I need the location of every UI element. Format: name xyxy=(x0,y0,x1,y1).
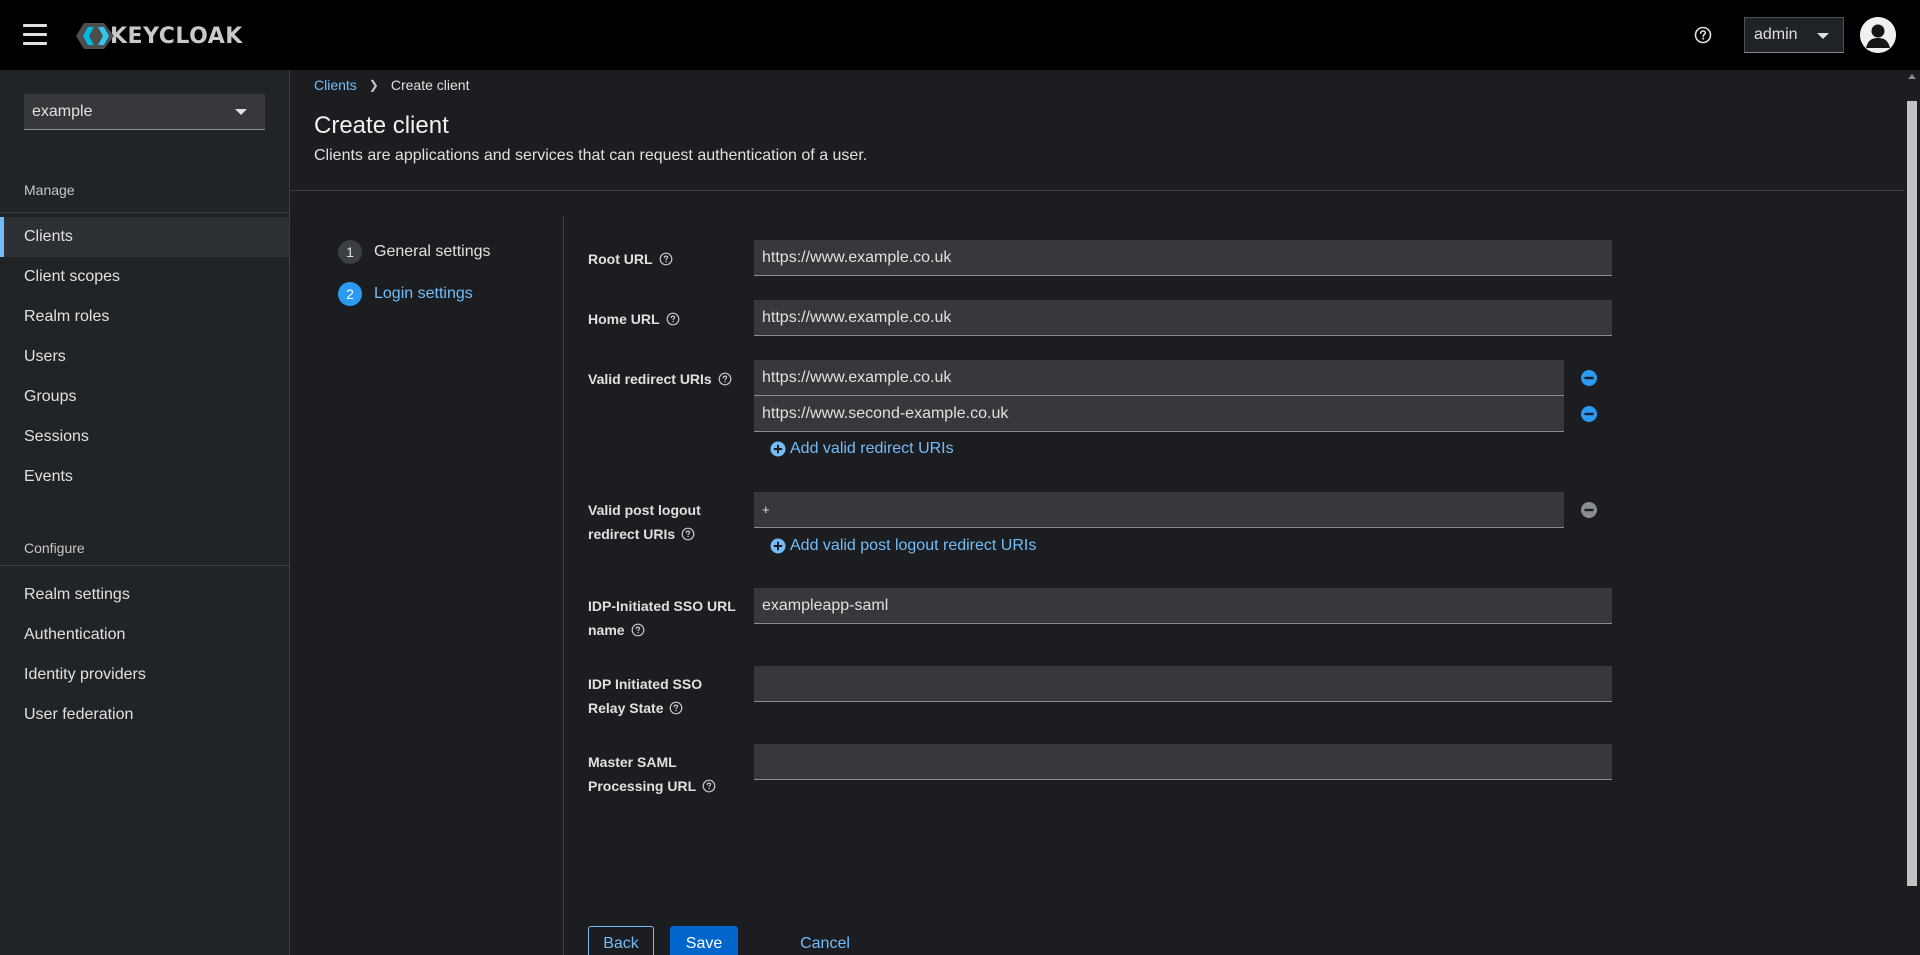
home-url-input[interactable] xyxy=(754,300,1612,336)
idp-sso-url-name-input[interactable] xyxy=(754,588,1612,624)
sidebar-item-events[interactable]: Events xyxy=(0,457,289,497)
caret-down-icon xyxy=(235,109,247,115)
nav-divider xyxy=(0,212,289,213)
help-icon[interactable] xyxy=(681,527,695,541)
idp-relay-state-label-line2: Relay State xyxy=(588,700,664,716)
page-title: Create client xyxy=(314,112,449,139)
back-button[interactable]: Back xyxy=(588,926,654,955)
help-icon[interactable] xyxy=(1692,24,1714,46)
scrollbar-thumb[interactable] xyxy=(1907,101,1917,886)
home-url-label-text: Home URL xyxy=(588,311,660,327)
remove-circle-icon[interactable] xyxy=(1580,501,1598,519)
breadcrumb-separator-icon: ❯ xyxy=(368,78,379,92)
remove-circle-icon[interactable] xyxy=(1580,369,1598,387)
breadcrumb-clients-link[interactable]: Clients xyxy=(314,77,357,93)
master-saml-url-label: Master SAML Processing URL xyxy=(588,750,718,798)
logo-text: KEYCLOAK xyxy=(110,23,243,49)
realm-selector[interactable]: example xyxy=(24,94,265,130)
nav-section-configure: Configure xyxy=(24,540,85,556)
sidebar-item-client-scopes[interactable]: Client scopes xyxy=(0,257,289,297)
valid-post-logout-label-line1: Valid post logout xyxy=(588,502,701,518)
keycloak-logo-icon xyxy=(76,23,114,49)
caret-down-icon xyxy=(1817,33,1829,39)
plus-circle-icon xyxy=(770,441,786,457)
help-icon[interactable] xyxy=(659,252,673,266)
help-icon[interactable] xyxy=(666,312,680,326)
wizard-step-general-settings[interactable]: 1 General settings xyxy=(338,240,491,264)
master-saml-url-label-line1: Master SAML xyxy=(588,754,677,770)
avatar[interactable] xyxy=(1860,17,1896,53)
cancel-button[interactable]: Cancel xyxy=(790,926,860,955)
post-logout-uri-input[interactable] xyxy=(754,492,1564,528)
plus-circle-icon xyxy=(770,538,786,554)
wizard-step-number: 2 xyxy=(338,282,362,306)
redirect-uri-input-2[interactable] xyxy=(754,396,1564,432)
add-redirect-uri-label: Add valid redirect URIs xyxy=(790,440,954,457)
sidebar-item-realm-settings[interactable]: Realm settings xyxy=(0,575,289,615)
user-name: admin xyxy=(1754,26,1798,43)
nav-divider xyxy=(0,565,289,566)
wizard-step-number: 1 xyxy=(338,240,362,264)
wizard-divider xyxy=(563,216,564,955)
hamburger-menu-icon[interactable] xyxy=(23,24,47,46)
sidebar-item-sessions[interactable]: Sessions xyxy=(0,417,289,457)
sidebar-item-realm-roles[interactable]: Realm roles xyxy=(0,297,289,337)
idp-sso-url-name-label-line1: IDP-Initiated SSO URL xyxy=(588,598,736,614)
valid-redirect-uris-label-text: Valid redirect URIs xyxy=(588,371,712,387)
wizard-step-label: Login settings xyxy=(374,285,473,302)
realm-name: example xyxy=(32,102,93,120)
sidebar-item-identity-providers[interactable]: Identity providers xyxy=(0,655,289,695)
sidebar-item-clients[interactable]: Clients xyxy=(0,217,289,257)
save-button[interactable]: Save xyxy=(670,926,738,955)
wizard-step-label: General settings xyxy=(374,243,491,260)
add-redirect-uri-button[interactable]: Add valid redirect URIs xyxy=(770,440,954,458)
user-avatar-icon xyxy=(1860,17,1896,53)
valid-post-logout-label-line2: redirect URIs xyxy=(588,526,676,542)
valid-redirect-uris-label: Valid redirect URIs xyxy=(588,367,748,391)
root-url-label: Root URL xyxy=(588,247,718,271)
main-content: Clients ❯ Create client Create client Cl… xyxy=(290,70,1904,955)
idp-relay-state-input[interactable] xyxy=(754,666,1612,702)
help-icon[interactable] xyxy=(702,779,716,793)
master-saml-url-input[interactable] xyxy=(754,744,1612,780)
main-scrollbar[interactable] xyxy=(1904,70,1920,955)
keycloak-logo[interactable]: KEYCLOAK xyxy=(76,20,243,52)
scroll-up-arrow-icon[interactable] xyxy=(1908,74,1916,79)
add-post-logout-uri-button[interactable]: Add valid post logout redirect URIs xyxy=(770,537,1036,555)
master-saml-url-label-line2: Processing URL xyxy=(588,778,697,794)
sidebar-item-authentication[interactable]: Authentication xyxy=(0,615,289,655)
redirect-uri-input-1[interactable] xyxy=(754,360,1564,396)
wizard-step-login-settings[interactable]: 2 Login settings xyxy=(338,282,473,306)
root-url-label-text: Root URL xyxy=(588,251,653,267)
title-divider xyxy=(290,190,1904,191)
idp-sso-url-name-label-line2: name xyxy=(588,622,625,638)
idp-relay-state-label-line1: IDP Initiated SSO xyxy=(588,676,703,692)
user-dropdown[interactable]: admin xyxy=(1744,17,1844,53)
remove-circle-icon[interactable] xyxy=(1580,405,1598,423)
page-description: Clients are applications and services th… xyxy=(314,147,868,164)
valid-post-logout-label: Valid post logout redirect URIs xyxy=(588,498,718,546)
add-post-logout-uri-label: Add valid post logout redirect URIs xyxy=(790,537,1037,554)
help-icon[interactable] xyxy=(718,372,732,386)
sidebar: example Manage Clients Client scopes Rea… xyxy=(0,70,290,955)
breadcrumb: Clients ❯ Create client xyxy=(314,77,469,93)
sidebar-item-users[interactable]: Users xyxy=(0,337,289,377)
breadcrumb-current: Create client xyxy=(390,77,470,93)
help-icon[interactable] xyxy=(631,623,645,637)
sidebar-item-groups[interactable]: Groups xyxy=(0,377,289,417)
root-url-input[interactable] xyxy=(754,240,1612,276)
sidebar-item-user-federation[interactable]: User federation xyxy=(0,695,289,735)
masthead: KEYCLOAK admin xyxy=(0,0,1920,70)
nav-section-manage: Manage xyxy=(24,182,75,198)
idp-sso-url-name-label: IDP-Initiated SSO URL name xyxy=(588,594,748,642)
help-icon[interactable] xyxy=(669,701,683,715)
home-url-label: Home URL xyxy=(588,307,718,331)
idp-relay-state-label: IDP Initiated SSO Relay State xyxy=(588,672,718,720)
